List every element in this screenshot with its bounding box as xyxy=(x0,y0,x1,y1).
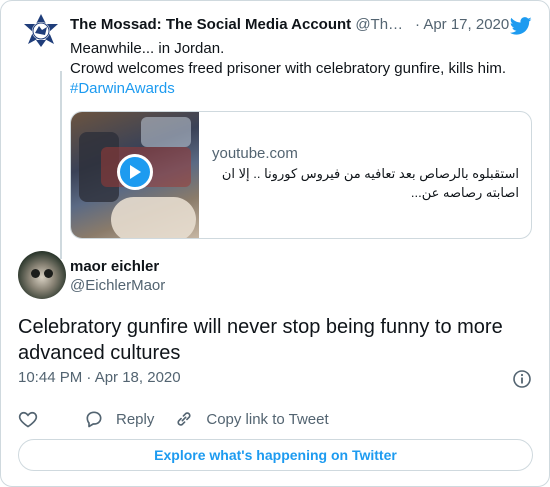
parent-avatar[interactable] xyxy=(21,13,61,53)
play-button[interactable] xyxy=(117,154,153,190)
parent-date[interactable]: · Apr 17, 2020 xyxy=(415,16,509,33)
author-handle[interactable]: @EichlerMaor xyxy=(70,277,165,294)
youtube-link-card[interactable]: youtube.com استقبلوه بالرصاص بعد تعافيه … xyxy=(70,111,532,239)
play-icon xyxy=(130,165,141,179)
parent-author-name[interactable]: The Mossad: The Social Media Account xyxy=(70,16,351,33)
link-description: استقبلوه بالرصاص بعد تعافيه من فيروس كور… xyxy=(221,166,519,200)
mossad-emblem-icon xyxy=(24,14,58,47)
video-thumbnail[interactable] xyxy=(71,112,199,238)
heart-icon xyxy=(18,411,38,428)
parent-text-line: Meanwhile... in Jordan. xyxy=(70,40,225,57)
parent-header: The Mossad: The Social Media Account @Th… xyxy=(70,16,535,36)
tweet-embed-card: The Mossad: The Social Media Account @Th… xyxy=(0,0,550,487)
parent-tweet-text: Meanwhile... in Jordan. Crowd welcomes f… xyxy=(70,39,530,99)
tweet-timestamp[interactable]: 10:44 PM · Apr 18, 2020 xyxy=(18,369,181,386)
thread-line xyxy=(60,71,62,259)
explore-twitter-button[interactable]: Explore what's happening on Twitter xyxy=(18,439,533,471)
link-card-body: youtube.com استقبلوه بالرصاص بعد تعافيه … xyxy=(199,112,531,238)
author-name[interactable]: maor eichler xyxy=(70,258,159,275)
reply-label: Reply xyxy=(116,410,155,428)
twitter-bird-icon[interactable] xyxy=(509,15,533,37)
link-icon xyxy=(177,412,191,426)
tweet-text: Celebratory gunfire will never stop bein… xyxy=(18,316,503,364)
parent-text-line: Crowd welcomes freed prisoner with celeb… xyxy=(70,60,506,77)
link-domain: youtube.com xyxy=(212,145,298,162)
action-bar: Reply Copy link to Tweet xyxy=(18,409,349,429)
copy-link-button[interactable]: Copy link to Tweet xyxy=(174,409,329,429)
info-icon[interactable] xyxy=(512,369,532,389)
copy-link-label: Copy link to Tweet xyxy=(206,410,329,428)
like-button[interactable] xyxy=(18,409,50,429)
parent-author-handle[interactable]: @Th… xyxy=(355,16,403,33)
reply-button[interactable]: Reply xyxy=(84,409,154,429)
hashtag-link[interactable]: #DarwinAwards xyxy=(70,79,530,99)
avatar[interactable] xyxy=(18,251,66,299)
reply-icon xyxy=(86,411,102,428)
